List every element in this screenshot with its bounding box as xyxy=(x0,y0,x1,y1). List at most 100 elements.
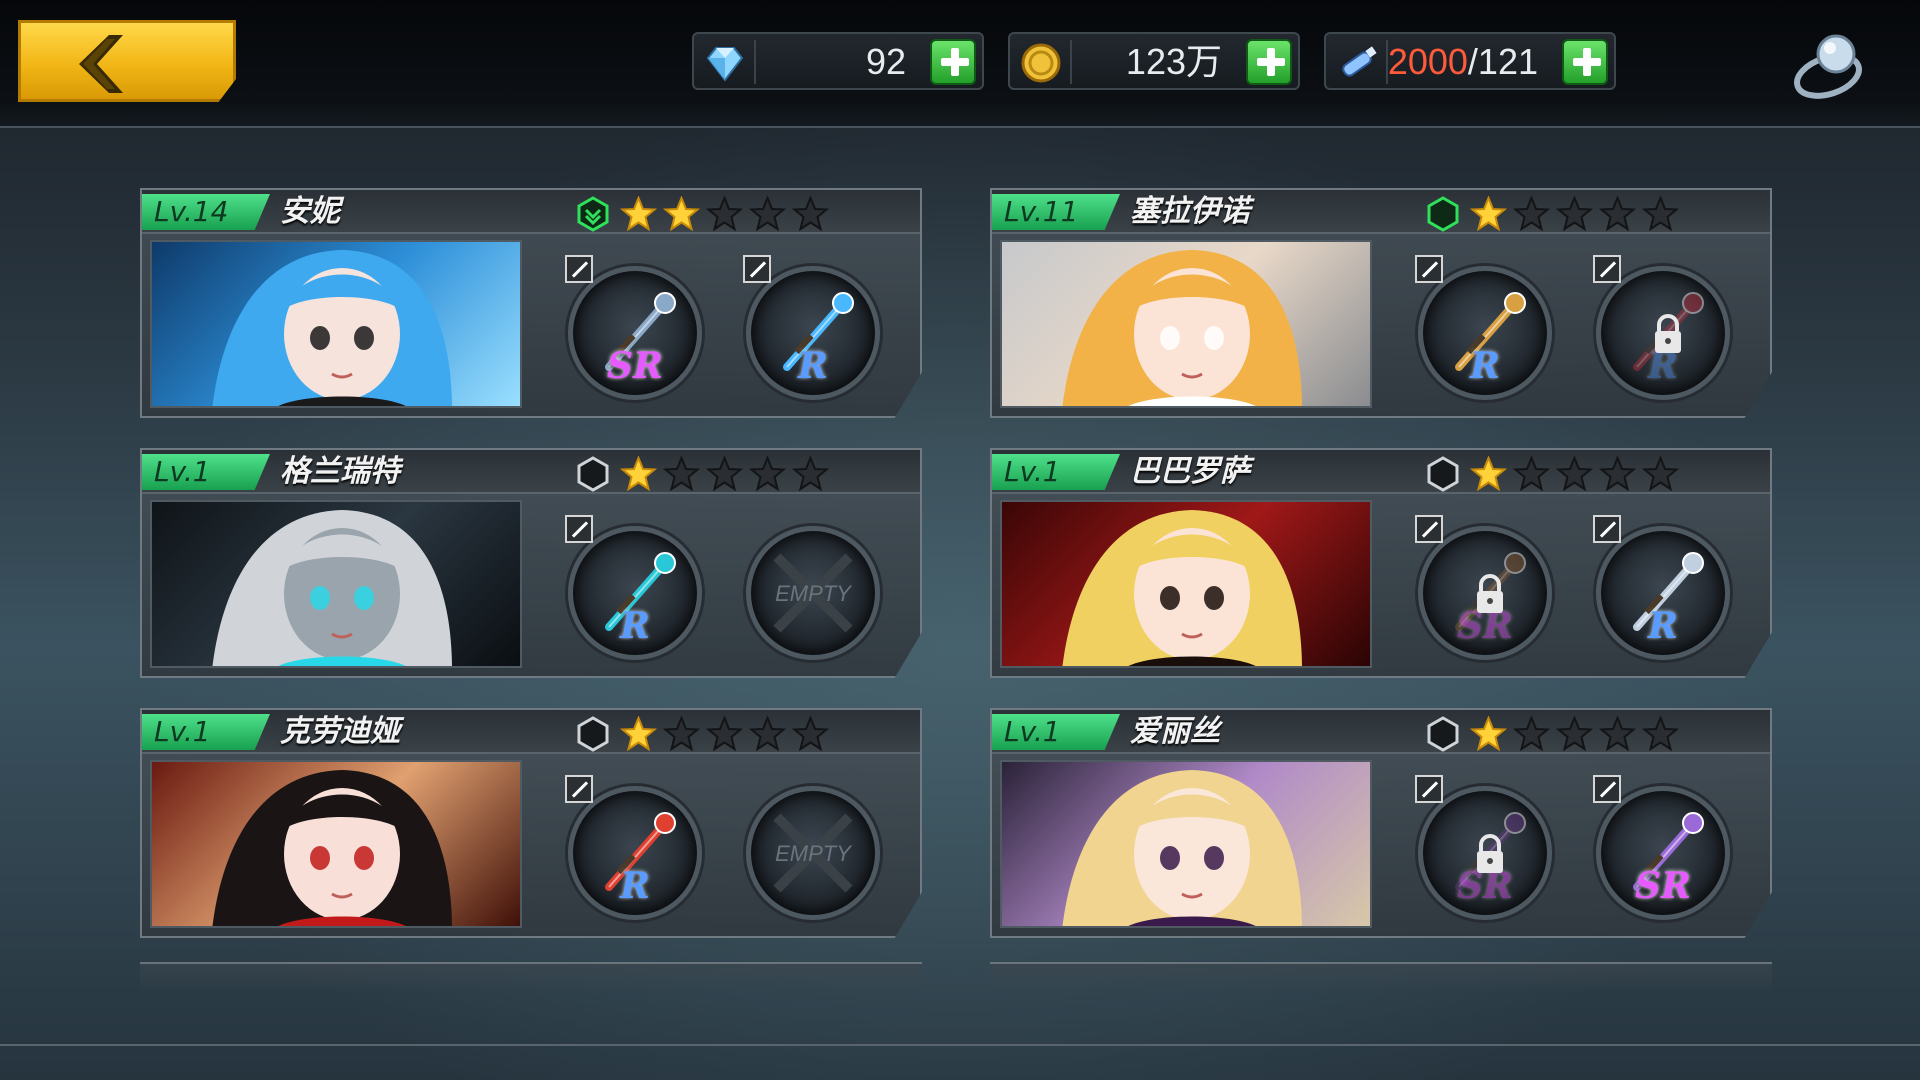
ring-icon[interactable] xyxy=(1788,24,1872,108)
level-badge: Lv.1 xyxy=(142,714,270,750)
weapon-slot-1[interactable]: R xyxy=(565,775,702,920)
star-icon xyxy=(705,455,744,492)
rarity-label: R xyxy=(798,345,828,387)
character-portrait[interactable] xyxy=(150,500,522,668)
star-icon xyxy=(1641,455,1680,492)
level-badge: Lv.1 xyxy=(992,454,1120,490)
character-portrait[interactable] xyxy=(150,240,522,408)
star-icon xyxy=(662,195,701,232)
diamond-value: 92 xyxy=(865,41,906,82)
weapon-slot-1[interactable]: SR xyxy=(1415,515,1552,660)
lock-icon xyxy=(1477,834,1503,873)
rarity-label: R xyxy=(620,865,650,907)
add-diamonds-button[interactable] xyxy=(930,39,976,85)
star-icon xyxy=(1469,195,1508,232)
edit-icon[interactable] xyxy=(565,515,593,543)
rank-hexagon-icon xyxy=(576,716,610,752)
star-icon xyxy=(619,195,658,232)
edit-icon[interactable] xyxy=(1415,775,1443,803)
character-portrait[interactable] xyxy=(1000,760,1372,928)
star-icon xyxy=(1598,455,1637,492)
star-icon xyxy=(1512,195,1551,232)
weapon-slot-1[interactable]: SR xyxy=(1415,775,1552,920)
star-rating xyxy=(1469,195,1680,232)
star-icon xyxy=(791,715,830,752)
card-header: Lv.1 克劳迪娅 xyxy=(142,710,920,754)
armored-knight-art xyxy=(212,510,452,666)
character-portrait[interactable] xyxy=(150,760,522,928)
stamina-value: 2000/121 xyxy=(1388,40,1538,84)
edit-icon[interactable] xyxy=(743,255,771,283)
diamond-counter: 92 xyxy=(692,32,984,90)
character-card[interactable]: Lv.11 塞拉伊诺 R R xyxy=(990,188,1772,418)
blonde-girl-scythe-art xyxy=(1062,770,1302,926)
weapon-slot-2[interactable]: R xyxy=(1593,255,1730,400)
weapon-slot-2[interactable]: EMPTY xyxy=(746,526,880,660)
card-header: Lv.14 安妮 xyxy=(142,190,920,234)
back-button[interactable] xyxy=(18,20,236,102)
level-badge: Lv.1 xyxy=(992,714,1120,750)
character-portrait[interactable] xyxy=(1000,240,1372,408)
star-icon xyxy=(1598,195,1637,232)
weapon-slot-2[interactable]: R xyxy=(743,255,880,400)
star-icon xyxy=(705,195,744,232)
character-card[interactable]: Lv.14 安妮 SR R xyxy=(140,188,922,418)
star-rating xyxy=(1469,715,1680,752)
star-icon xyxy=(705,715,744,752)
top-bar: 92 123万 2000/121 xyxy=(0,0,1920,128)
weapon-slot-1[interactable]: R xyxy=(565,515,702,660)
character-card-partial[interactable] xyxy=(990,962,1772,992)
weapon-slot-2[interactable]: EMPTY xyxy=(746,786,880,920)
star-icon xyxy=(791,455,830,492)
add-stamina-button[interactable] xyxy=(1562,39,1608,85)
star-icon xyxy=(662,715,701,752)
star-icon xyxy=(1641,195,1680,232)
diamond-icon xyxy=(706,47,744,82)
card-header: Lv.11 塞拉伊诺 xyxy=(992,190,1770,234)
weapon-slot-1[interactable]: R xyxy=(1415,255,1552,400)
gold-value: 123万 xyxy=(1125,41,1222,82)
add-gold-button[interactable] xyxy=(1246,39,1292,85)
star-icon xyxy=(1598,715,1637,752)
rank-hexagon-icon xyxy=(576,196,610,232)
witch-girl-black-hair-art xyxy=(212,770,452,926)
edit-icon[interactable] xyxy=(1593,515,1621,543)
edit-icon[interactable] xyxy=(1415,255,1443,283)
character-name: 爱丽丝 xyxy=(1130,714,1220,749)
lock-icon xyxy=(1655,314,1681,353)
level-badge: Lv.14 xyxy=(142,194,270,230)
team-screen: 92 123万 2000/121 Lv.14 安妮 SR R Lv.11 塞拉伊… xyxy=(0,0,1920,1080)
level-badge: Lv.11 xyxy=(992,194,1120,230)
stamina-counter: 2000/121 xyxy=(1324,32,1616,90)
character-card-partial[interactable] xyxy=(140,962,922,992)
rank-hexagon-icon xyxy=(576,456,610,492)
weapon-slot-2[interactable]: SR xyxy=(1593,775,1730,920)
star-icon xyxy=(619,715,658,752)
character-name: 安妮 xyxy=(280,194,340,229)
rarity-label: R xyxy=(1648,605,1678,647)
star-icon xyxy=(662,455,701,492)
character-card[interactable]: Lv.1 爱丽丝 SR SR xyxy=(990,708,1772,938)
edit-icon[interactable] xyxy=(565,255,593,283)
star-icon xyxy=(1555,195,1594,232)
edit-icon[interactable] xyxy=(1593,775,1621,803)
level-badge: Lv.1 xyxy=(142,454,270,490)
star-icon xyxy=(1469,715,1508,752)
weapon-slot-1[interactable]: SR xyxy=(565,255,702,400)
edit-icon[interactable] xyxy=(1593,255,1621,283)
character-portrait[interactable] xyxy=(1000,500,1372,668)
character-card[interactable]: Lv.1 格兰瑞特 R EMPTY xyxy=(140,448,922,678)
edit-icon[interactable] xyxy=(565,775,593,803)
weapon-slot-2[interactable]: R xyxy=(1593,515,1730,660)
character-card[interactable]: Lv.1 巴巴罗萨 SR R xyxy=(990,448,1772,678)
star-rating xyxy=(1469,455,1680,492)
character-card[interactable]: Lv.1 克劳迪娅 R EMPTY xyxy=(140,708,922,938)
star-icon xyxy=(619,455,658,492)
star-rating xyxy=(619,455,830,492)
blonde-girl-white-hat-art xyxy=(1062,250,1302,406)
star-rating xyxy=(619,715,830,752)
star-icon xyxy=(1555,455,1594,492)
star-icon xyxy=(748,195,787,232)
edit-icon[interactable] xyxy=(1415,515,1443,543)
card-header: Lv.1 巴巴罗萨 xyxy=(992,450,1770,494)
